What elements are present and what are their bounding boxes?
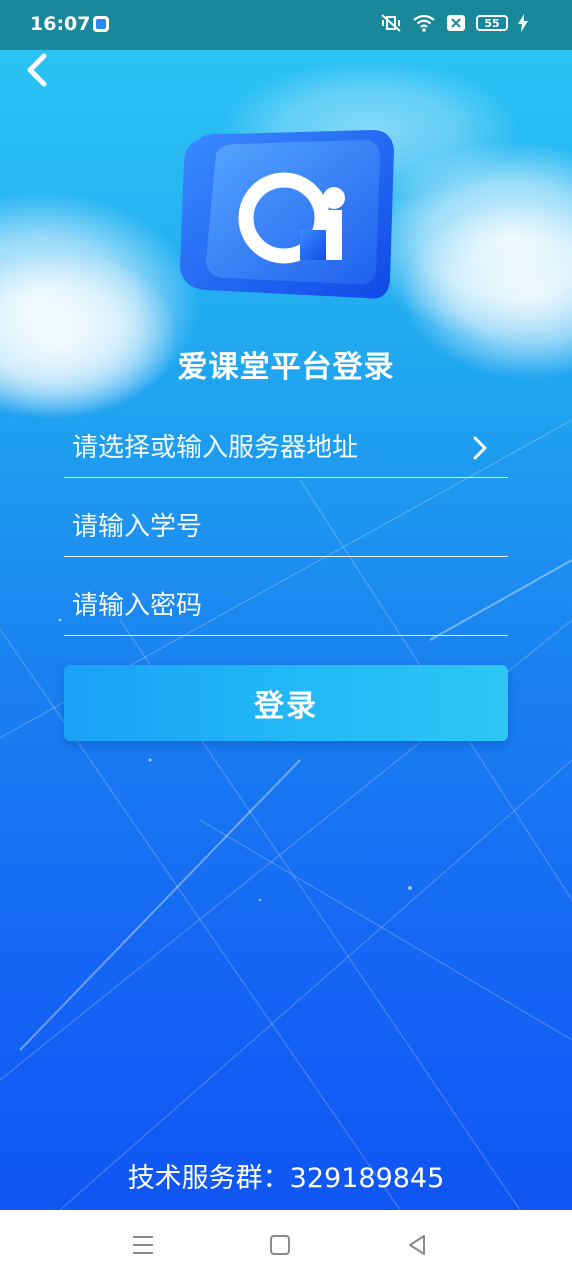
student-id-field (64, 497, 508, 557)
server-address-field (64, 418, 508, 478)
ai-logo-icon (180, 130, 394, 299)
battery-icon: 55 (476, 15, 508, 31)
login-screen: 16:07 55 爱课堂平台登录 请选择或输入服务器地址 请输入学号 登录 技术… (0, 0, 572, 1210)
password-field (64, 576, 508, 636)
status-icons: 55 (380, 13, 528, 33)
wifi-icon (413, 14, 435, 32)
student-id-input[interactable] (72, 505, 462, 549)
vibrate-mute-icon (381, 14, 401, 32)
back-button[interactable] (20, 50, 60, 90)
status-bar: 16:07 55 (0, 0, 572, 50)
square-home-icon[interactable] (265, 1230, 295, 1260)
charging-icon (518, 14, 528, 32)
navigation-bar (0, 1210, 572, 1280)
password-input[interactable] (72, 584, 462, 628)
app-notification-icon (93, 16, 109, 32)
menu-icon[interactable] (128, 1230, 158, 1260)
login-button[interactable]: 登录 (64, 665, 508, 741)
triangle-back-icon[interactable] (402, 1230, 432, 1260)
page-title: 爱课堂平台登录 (177, 350, 395, 385)
server-address-input[interactable] (72, 426, 462, 470)
chevron-right-icon[interactable] (470, 434, 490, 462)
battery-level: 55 (484, 16, 500, 30)
no-sim-icon (447, 15, 465, 31)
support-group-text: 技术服务群：329189845 (127, 1163, 445, 1194)
status-time: 16:07 (30, 13, 91, 35)
